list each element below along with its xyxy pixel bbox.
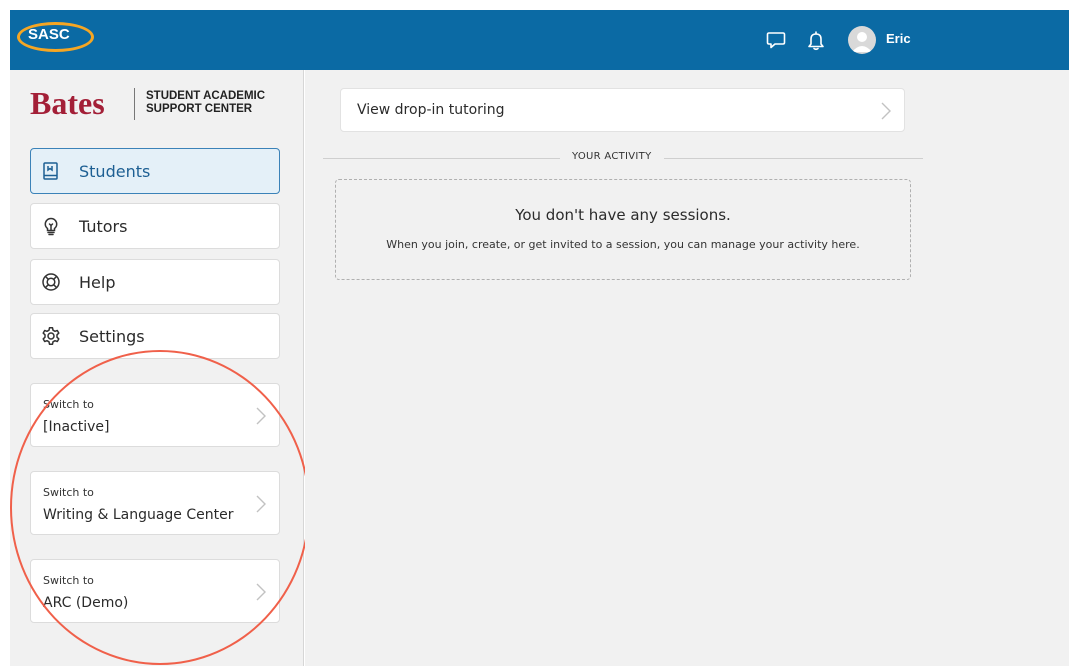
logo-wordmark: Bates — [30, 85, 105, 121]
switch-target: ARC (Demo) — [43, 595, 129, 611]
nav-item-tutors[interactable]: Tutors — [30, 203, 280, 249]
switch-label: Switch to — [43, 574, 94, 587]
empty-state: You don't have any sessions. When you jo… — [335, 179, 911, 280]
nav-item-settings[interactable]: Settings — [30, 313, 280, 359]
chevron-right-icon — [255, 494, 267, 514]
switch-label: Switch to — [43, 486, 94, 499]
nav-label: Help — [79, 272, 116, 292]
switch-label: Switch to — [43, 398, 94, 411]
switch-card-writing-language-center[interactable]: Switch to Writing & Language Center — [30, 471, 280, 535]
avatar[interactable] — [848, 26, 876, 54]
user-name[interactable]: Eric — [886, 31, 911, 46]
lifebuoy-icon — [41, 272, 61, 292]
chevron-right-icon — [255, 582, 267, 602]
view-drop-in-tutoring-button[interactable]: View drop-in tutoring — [340, 88, 905, 132]
switch-card-arc-demo[interactable]: Switch to ARC (Demo) — [30, 559, 280, 623]
nav-label: Tutors — [79, 216, 128, 236]
switch-card-inactive[interactable]: Switch to [Inactive] — [30, 383, 280, 447]
logo-subtitle: STUDENT ACADEMIC SUPPORT CENTER — [146, 90, 266, 115]
top-bar: SASC Eric — [10, 10, 1069, 70]
section-heading: YOUR ACTIVITY — [560, 151, 664, 162]
bell-icon[interactable] — [805, 29, 827, 51]
dropin-label: View drop-in tutoring — [357, 102, 505, 118]
chevron-right-icon — [880, 101, 892, 121]
nav-label: Settings — [79, 326, 145, 346]
empty-state-title: You don't have any sessions. — [515, 206, 731, 224]
chevron-right-icon — [255, 406, 267, 426]
brand-short-link[interactable]: SASC — [28, 26, 70, 43]
chat-icon[interactable] — [765, 29, 787, 51]
logo-divider — [134, 88, 135, 120]
nav-item-help[interactable]: Help — [30, 259, 280, 305]
switch-target: [Inactive] — [43, 419, 110, 435]
bates-logo[interactable]: Bates STUDENT ACADEMIC SUPPORT CENTER — [30, 85, 290, 125]
switch-target: Writing & Language Center — [43, 507, 234, 523]
gear-icon — [41, 326, 61, 346]
book-icon — [41, 161, 61, 181]
lightbulb-icon — [41, 216, 61, 236]
sidebar: Bates STUDENT ACADEMIC SUPPORT CENTER St… — [10, 70, 310, 666]
empty-state-text: When you join, create, or get invited to… — [386, 238, 860, 251]
nav-item-students[interactable]: Students — [30, 148, 280, 194]
main-content: View drop-in tutoring YOUR ACTIVITY You … — [305, 70, 1069, 666]
nav-label: Students — [79, 161, 151, 181]
app-window: SASC Eric Bates STUDENT ACADEMIC SUPPORT… — [0, 0, 1069, 666]
